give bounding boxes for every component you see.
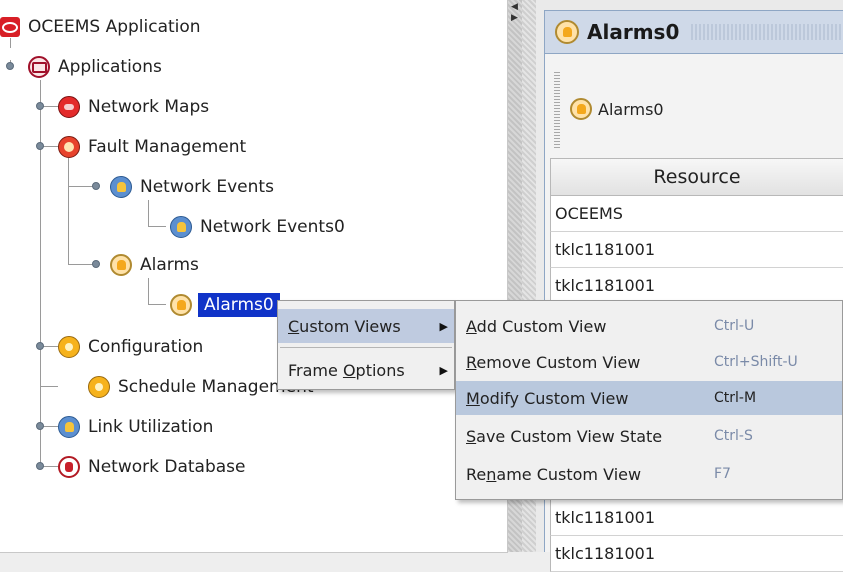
expand-right-arrow-icon[interactable]: ▶ xyxy=(511,14,518,23)
table-row[interactable]: tklc1181001 xyxy=(550,232,843,268)
tree-node-label: Configuration xyxy=(88,337,204,357)
tree-node-label: Fault Management xyxy=(88,137,247,157)
link-utilization-icon xyxy=(58,416,80,438)
alarm-bell-icon xyxy=(170,294,192,316)
alarm-bell-icon xyxy=(555,20,579,44)
cell-resource: tklc1181001 xyxy=(555,240,656,259)
alarm-bell-icon xyxy=(110,254,132,276)
cell-resource: tklc1181001 xyxy=(555,276,656,295)
tree-node-label: OCEEMS Application xyxy=(28,17,201,37)
shortcut-label: Ctrl-M xyxy=(714,390,757,406)
tree-node-label: Alarms0 xyxy=(198,293,280,317)
column-header-resource[interactable]: Resource xyxy=(550,158,843,196)
menu-item-save-custom-view-state[interactable]: Save Custom View State Ctrl-S xyxy=(456,419,842,453)
context-menu: Custom Views ▶ Frame Options ▶ xyxy=(277,300,455,390)
cell-resource: tklc1181001 xyxy=(555,544,656,563)
tree-node-label: Network Events xyxy=(140,177,274,197)
schedule-management-icon xyxy=(88,376,110,398)
tree-node-fault-management[interactable]: Fault Management xyxy=(58,132,248,162)
frame-title: Alarms0 xyxy=(587,20,680,44)
alarms0-toolbar-button[interactable]: Alarms0 xyxy=(570,98,664,120)
expand-toggle[interactable] xyxy=(92,182,100,190)
mnemonic: O xyxy=(342,360,356,380)
tree-node-label: Alarms xyxy=(140,255,199,275)
table-row[interactable]: tklc1181001 xyxy=(550,500,843,536)
tree-connector xyxy=(40,80,41,468)
network-events-icon xyxy=(170,216,192,238)
expand-toggle[interactable] xyxy=(36,462,44,470)
network-maps-icon xyxy=(58,96,80,118)
expand-toggle[interactable] xyxy=(6,62,14,70)
cell-resource: tklc1181001 xyxy=(555,508,656,527)
expand-toggle[interactable] xyxy=(36,422,44,430)
menu-separator xyxy=(280,347,452,348)
tree-connector xyxy=(148,304,166,305)
tree-connector xyxy=(148,278,149,304)
table-row[interactable]: tklc1181001 xyxy=(550,536,843,572)
tree-node-oceems-application[interactable]: OCEEMS Application xyxy=(0,12,203,42)
mnemonic: C xyxy=(288,316,300,336)
tree-node-applications[interactable]: Applications xyxy=(28,52,164,82)
toolbar-button-label: Alarms0 xyxy=(598,99,664,119)
tree-node-label: Link Utilization xyxy=(88,417,214,437)
tree-node-label: Applications xyxy=(58,57,162,77)
database-icon xyxy=(58,456,80,478)
expand-toggle[interactable] xyxy=(92,260,100,268)
shortcut-label: Ctrl-S xyxy=(714,428,753,444)
menu-item-modify-custom-view[interactable]: Modify Custom View Ctrl-M xyxy=(456,381,842,415)
tree-node-configuration[interactable]: Configuration xyxy=(58,332,205,362)
tree-node-network-maps[interactable]: Network Maps xyxy=(58,92,211,122)
tree-connector xyxy=(40,386,58,387)
configuration-icon xyxy=(58,336,80,358)
shortcut-label: F7 xyxy=(714,466,731,482)
tree-node-alarms[interactable]: Alarms xyxy=(110,250,201,280)
cell-resource: OCEEMS xyxy=(555,204,623,223)
tree-connector xyxy=(148,200,149,226)
tree-connector xyxy=(68,158,69,264)
tree-node-link-utilization[interactable]: Link Utilization xyxy=(58,412,215,442)
tree-node-alarms0[interactable]: Alarms0 xyxy=(170,290,280,320)
navigation-tree: OCEEMS Application Applications Network … xyxy=(0,0,508,553)
custom-views-submenu: Add Custom View Ctrl-U Remove Custom Vie… xyxy=(455,300,843,500)
tree-node-label: Network Events0 xyxy=(200,217,345,237)
shortcut-label: Ctrl+Shift-U xyxy=(714,354,798,370)
tree-connector xyxy=(148,226,166,227)
toolbar-grip[interactable] xyxy=(554,70,560,148)
tree-node-label: Network Maps xyxy=(88,97,210,117)
menu-item-frame-options[interactable]: Frame Options ▶ xyxy=(278,353,454,387)
applications-icon xyxy=(28,56,50,78)
tree-node-network-database[interactable]: Network Database xyxy=(58,452,248,482)
tree-node-network-events[interactable]: Network Events xyxy=(110,172,276,202)
submenu-arrow-icon: ▶ xyxy=(439,319,448,333)
tree-node-label: Network Database xyxy=(88,457,246,477)
menu-item-remove-custom-view[interactable]: Remove Custom View Ctrl+Shift-U xyxy=(456,345,842,379)
table-row[interactable]: tklc1181001 xyxy=(550,268,843,304)
alarm-bell-icon xyxy=(570,98,592,120)
table-row[interactable]: OCEEMS xyxy=(550,196,843,232)
expand-toggle[interactable] xyxy=(36,142,44,150)
tree-node-network-events0[interactable]: Network Events0 xyxy=(170,212,347,242)
title-bar-grip xyxy=(691,24,843,40)
frame-title-bar[interactable]: Alarms0 xyxy=(544,10,843,54)
oracle-logo-icon xyxy=(0,17,20,37)
shortcut-label: Ctrl-U xyxy=(714,318,755,334)
network-events-icon xyxy=(110,176,132,198)
menu-item-custom-views[interactable]: Custom Views ▶ xyxy=(278,309,454,343)
menu-item-rename-custom-view[interactable]: Rename Custom View F7 xyxy=(456,457,842,491)
submenu-arrow-icon: ▶ xyxy=(439,363,448,377)
fault-management-icon xyxy=(58,136,80,158)
collapse-left-arrow-icon[interactable]: ◀ xyxy=(511,3,518,12)
expand-toggle[interactable] xyxy=(36,342,44,350)
menu-item-add-custom-view[interactable]: Add Custom View Ctrl-U xyxy=(456,309,842,343)
expand-toggle[interactable] xyxy=(36,102,44,110)
